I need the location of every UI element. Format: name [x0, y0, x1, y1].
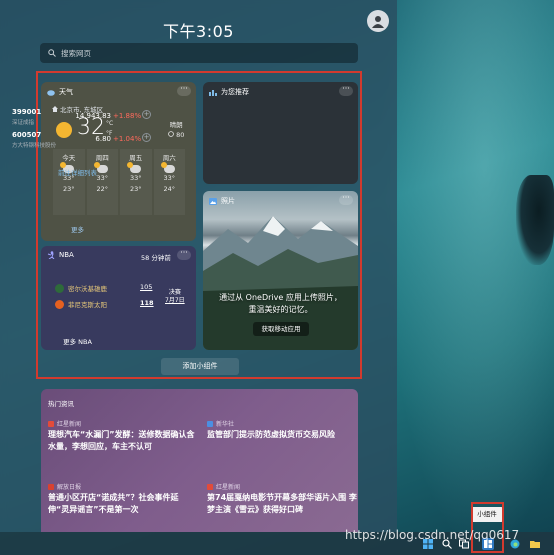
news-source-icon: [48, 483, 54, 490]
get-mobile-app-button[interactable]: 获取移动应用: [253, 322, 309, 336]
cloud-icon: [47, 89, 55, 96]
news-source-icon: [207, 483, 213, 490]
forecast-day[interactable]: 周六 33° 24°: [153, 149, 185, 215]
stock-price: 14,943.83: [75, 112, 111, 120]
team-row[interactable]: 菲尼克斯太阳: [55, 299, 107, 309]
search-input[interactable]: 搜索网页: [40, 43, 358, 63]
news-headline[interactable]: 第74届戛纳电影节开幕多部华语片入围 李梦主演《雪云》获得好口碑: [207, 492, 357, 516]
search-placeholder: 搜索网页: [61, 48, 91, 58]
forecast-day[interactable]: 今天 33° 23°: [53, 149, 85, 215]
nba-title: NBA: [59, 251, 74, 259]
stock-price: 6.80: [95, 135, 111, 143]
weather-title: 天气: [59, 88, 73, 96]
wallpaper-light: [380, 0, 554, 555]
user-icon: [372, 16, 384, 28]
stocks-header: 为您推荐: [209, 87, 249, 97]
weather-condition: 晴朗 80: [168, 121, 185, 139]
team-row[interactable]: 密尔沃基雄鹿: [55, 283, 107, 293]
nba-more-options-button[interactable]: ···: [177, 249, 191, 260]
stock-code: 600507: [12, 131, 42, 139]
clock: 下午3:05: [163, 22, 234, 41]
stock-name: 方大特钢科技股份: [12, 143, 57, 149]
user-avatar[interactable]: [367, 10, 389, 32]
air-quality-icon: [168, 131, 174, 137]
news-source: 红星新闻: [48, 419, 81, 428]
basketball-player-icon: [47, 251, 55, 259]
file-explorer-icon[interactable]: [530, 539, 540, 549]
nba-header: NBA: [47, 251, 74, 259]
partly-cloudy-icon: [160, 162, 175, 173]
stocks-title: 为您推荐: [221, 88, 249, 96]
photos-header: 照片: [209, 196, 235, 206]
suns-logo-icon: [55, 299, 64, 309]
news-source: 解放日报: [48, 482, 81, 491]
photos-message: 通过从 OneDrive 应用上传照片， 重温美好的记忆。: [219, 293, 342, 314]
stock-name: 深证成指: [12, 120, 35, 126]
news-source: 红星新闻: [207, 482, 240, 491]
add-stock-icon[interactable]: +: [142, 133, 151, 142]
news-source-icon: [48, 420, 54, 427]
nba-time: 58 分钟前: [141, 254, 171, 262]
stocks-more-options-button[interactable]: ···: [339, 85, 353, 96]
news-source-icon: [207, 420, 213, 427]
news-source: 新华社: [207, 419, 234, 428]
watermark: https://blog.csdn.net/qq0617: [345, 528, 520, 542]
add-widget-button[interactable]: 添加小组件: [161, 358, 239, 375]
news-headline[interactable]: 监管部门提示防范虚拟货币交易风险: [207, 429, 357, 441]
news-headline[interactable]: 理想汽车“水漏门”发酵：送修数据确认含水量，李想回应，车主不认可: [48, 429, 198, 453]
game-status: 决赛 7月7日: [165, 289, 185, 304]
search-icon: [48, 49, 56, 57]
weather-more-link[interactable]: 更多: [0, 224, 155, 234]
news-title: 热门资讯: [48, 400, 74, 408]
photos-more-options-button[interactable]: ···: [339, 194, 353, 205]
chart-icon: [209, 89, 217, 96]
stocks-card[interactable]: 为您推荐 ···: [203, 82, 358, 184]
stocks-detail-link[interactable]: 前往详细列表: [0, 167, 155, 177]
photos-title: 照片: [221, 197, 235, 205]
photo-icon: [209, 197, 217, 205]
stock-change: +1.04%: [113, 135, 142, 143]
stock-code: 399001: [12, 108, 42, 116]
weather-more-options-button[interactable]: ···: [177, 85, 191, 96]
bucks-logo-icon: [55, 283, 64, 293]
forecast-day[interactable]: 周五 33° 23°: [120, 149, 152, 215]
team-score: 105: [140, 283, 153, 291]
nba-more-link[interactable]: 更多 NBA: [0, 336, 155, 346]
news-headline[interactable]: 普通小区开店“诺成共”？社会事件延伸“灵异谣言”不是第一次: [48, 492, 198, 516]
forecast-day[interactable]: 周四 33° 22°: [86, 149, 118, 215]
home-icon: [51, 106, 58, 112]
team-score: 118: [140, 299, 154, 307]
weather-header: 天气: [47, 87, 73, 97]
wallpaper-swimmer: [516, 175, 554, 265]
team-name: 菲尼克斯太阳: [68, 301, 107, 309]
team-name: 密尔沃基雄鹿: [68, 285, 107, 293]
weather-forecast: 今天 33° 23° 周四 33° 22° 周五 33° 23° 周六 33° 24°: [53, 149, 185, 215]
stock-change: +1.88%: [113, 112, 142, 120]
add-stock-icon[interactable]: +: [142, 110, 151, 119]
